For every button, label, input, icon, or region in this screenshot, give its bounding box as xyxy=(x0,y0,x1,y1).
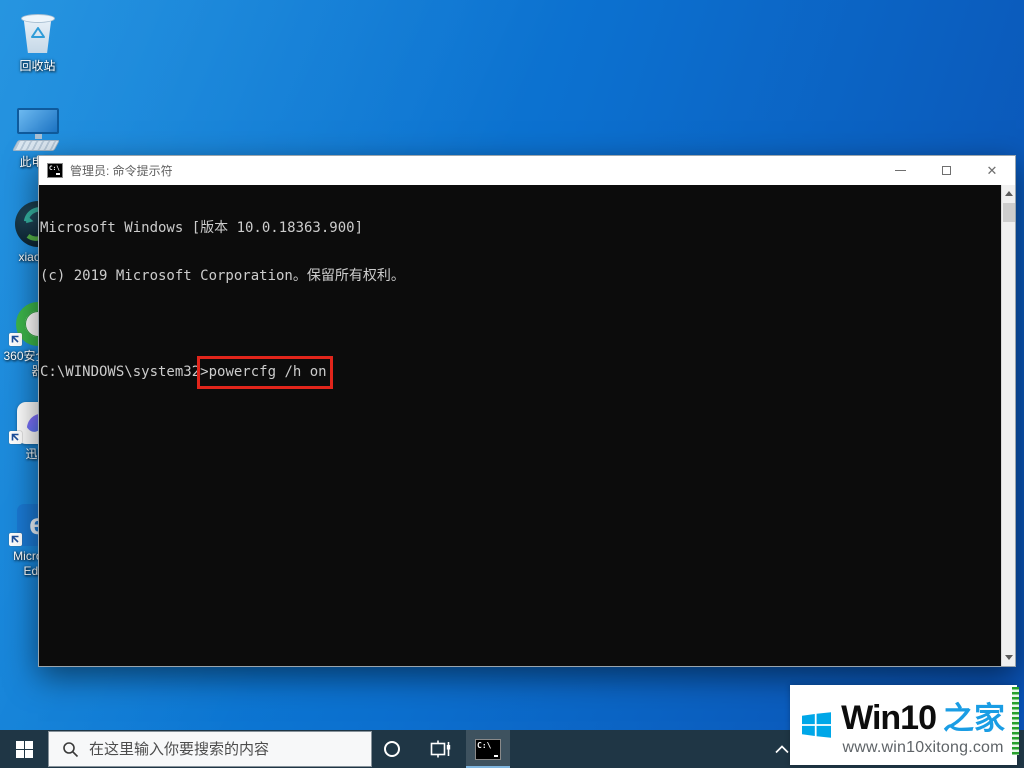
close-icon: ✕ xyxy=(987,164,998,177)
shortcut-arrow-icon xyxy=(9,333,22,346)
minimize-button[interactable] xyxy=(877,156,923,185)
window-title: 管理员: 命令提示符 xyxy=(70,162,173,179)
console-line-prompt: C:\WINDOWS\system32>powercfg /h on xyxy=(40,364,1001,380)
win10-home-watermark: Win10之家 www.win10xitong.com xyxy=(790,685,1017,765)
cmd-app-icon xyxy=(47,163,63,178)
scroll-up-icon xyxy=(1005,191,1013,196)
task-view-icon xyxy=(430,740,451,758)
watermark-title-zhijia: 之家 xyxy=(943,701,1005,736)
shortcut-arrow-icon xyxy=(9,533,22,546)
search-input[interactable] xyxy=(89,741,359,758)
minimize-icon xyxy=(895,170,906,171)
highlighted-command: >powercfg /h on xyxy=(200,364,326,380)
recycle-bin-label: 回收站 xyxy=(0,59,75,74)
console-output[interactable]: Microsoft Windows [版本 10.0.18363.900] (c… xyxy=(39,185,1001,666)
console-line-copyright: (c) 2019 Microsoft Corporation。保留所有权利。 xyxy=(40,268,1001,284)
scroll-up-button[interactable] xyxy=(1002,185,1016,202)
search-icon xyxy=(62,741,79,758)
chevron-up-icon xyxy=(774,744,790,754)
desktop-icon-recycle-bin[interactable]: 回收站 xyxy=(0,10,75,74)
maximize-icon xyxy=(942,166,951,175)
recycle-symbol-icon xyxy=(30,26,46,40)
cmd-taskbar-button[interactable] xyxy=(466,730,510,768)
taskbar-search[interactable] xyxy=(48,731,372,767)
watermark-title-win10: Win10 xyxy=(841,699,936,737)
windows-flag-icon xyxy=(802,698,831,752)
scroll-down-icon xyxy=(1005,655,1013,660)
windows-logo-icon xyxy=(16,741,33,758)
this-pc-icon xyxy=(0,106,75,152)
scrollbar-thumb[interactable] xyxy=(1003,203,1015,222)
task-view-button[interactable] xyxy=(420,730,460,768)
console-scrollbar[interactable] xyxy=(1001,185,1015,666)
watermark-url: www.win10xitong.com xyxy=(841,739,1005,757)
watermark-title: Win10之家 xyxy=(841,693,1005,738)
prompt-path: C:\WINDOWS\system32 xyxy=(40,364,200,380)
scroll-down-button[interactable] xyxy=(1002,649,1016,666)
recycle-bin-icon xyxy=(0,10,75,56)
close-button[interactable]: ✕ xyxy=(969,156,1015,185)
cmd-taskbar-icon xyxy=(475,739,501,760)
cmd-window: 管理员: 命令提示符 ✕ Microsoft Windows [版本 10.0.… xyxy=(38,155,1016,667)
console-line-blank xyxy=(40,316,1001,332)
console-line-version: Microsoft Windows [版本 10.0.18363.900] xyxy=(40,220,1001,236)
cortana-icon xyxy=(384,741,400,757)
maximize-button[interactable] xyxy=(923,156,969,185)
cortana-button[interactable] xyxy=(372,730,412,768)
cmd-titlebar[interactable]: 管理员: 命令提示符 ✕ xyxy=(39,156,1015,185)
green-stripes-decoration xyxy=(1012,687,1019,755)
start-button[interactable] xyxy=(0,730,48,768)
shortcut-arrow-icon xyxy=(9,431,22,444)
